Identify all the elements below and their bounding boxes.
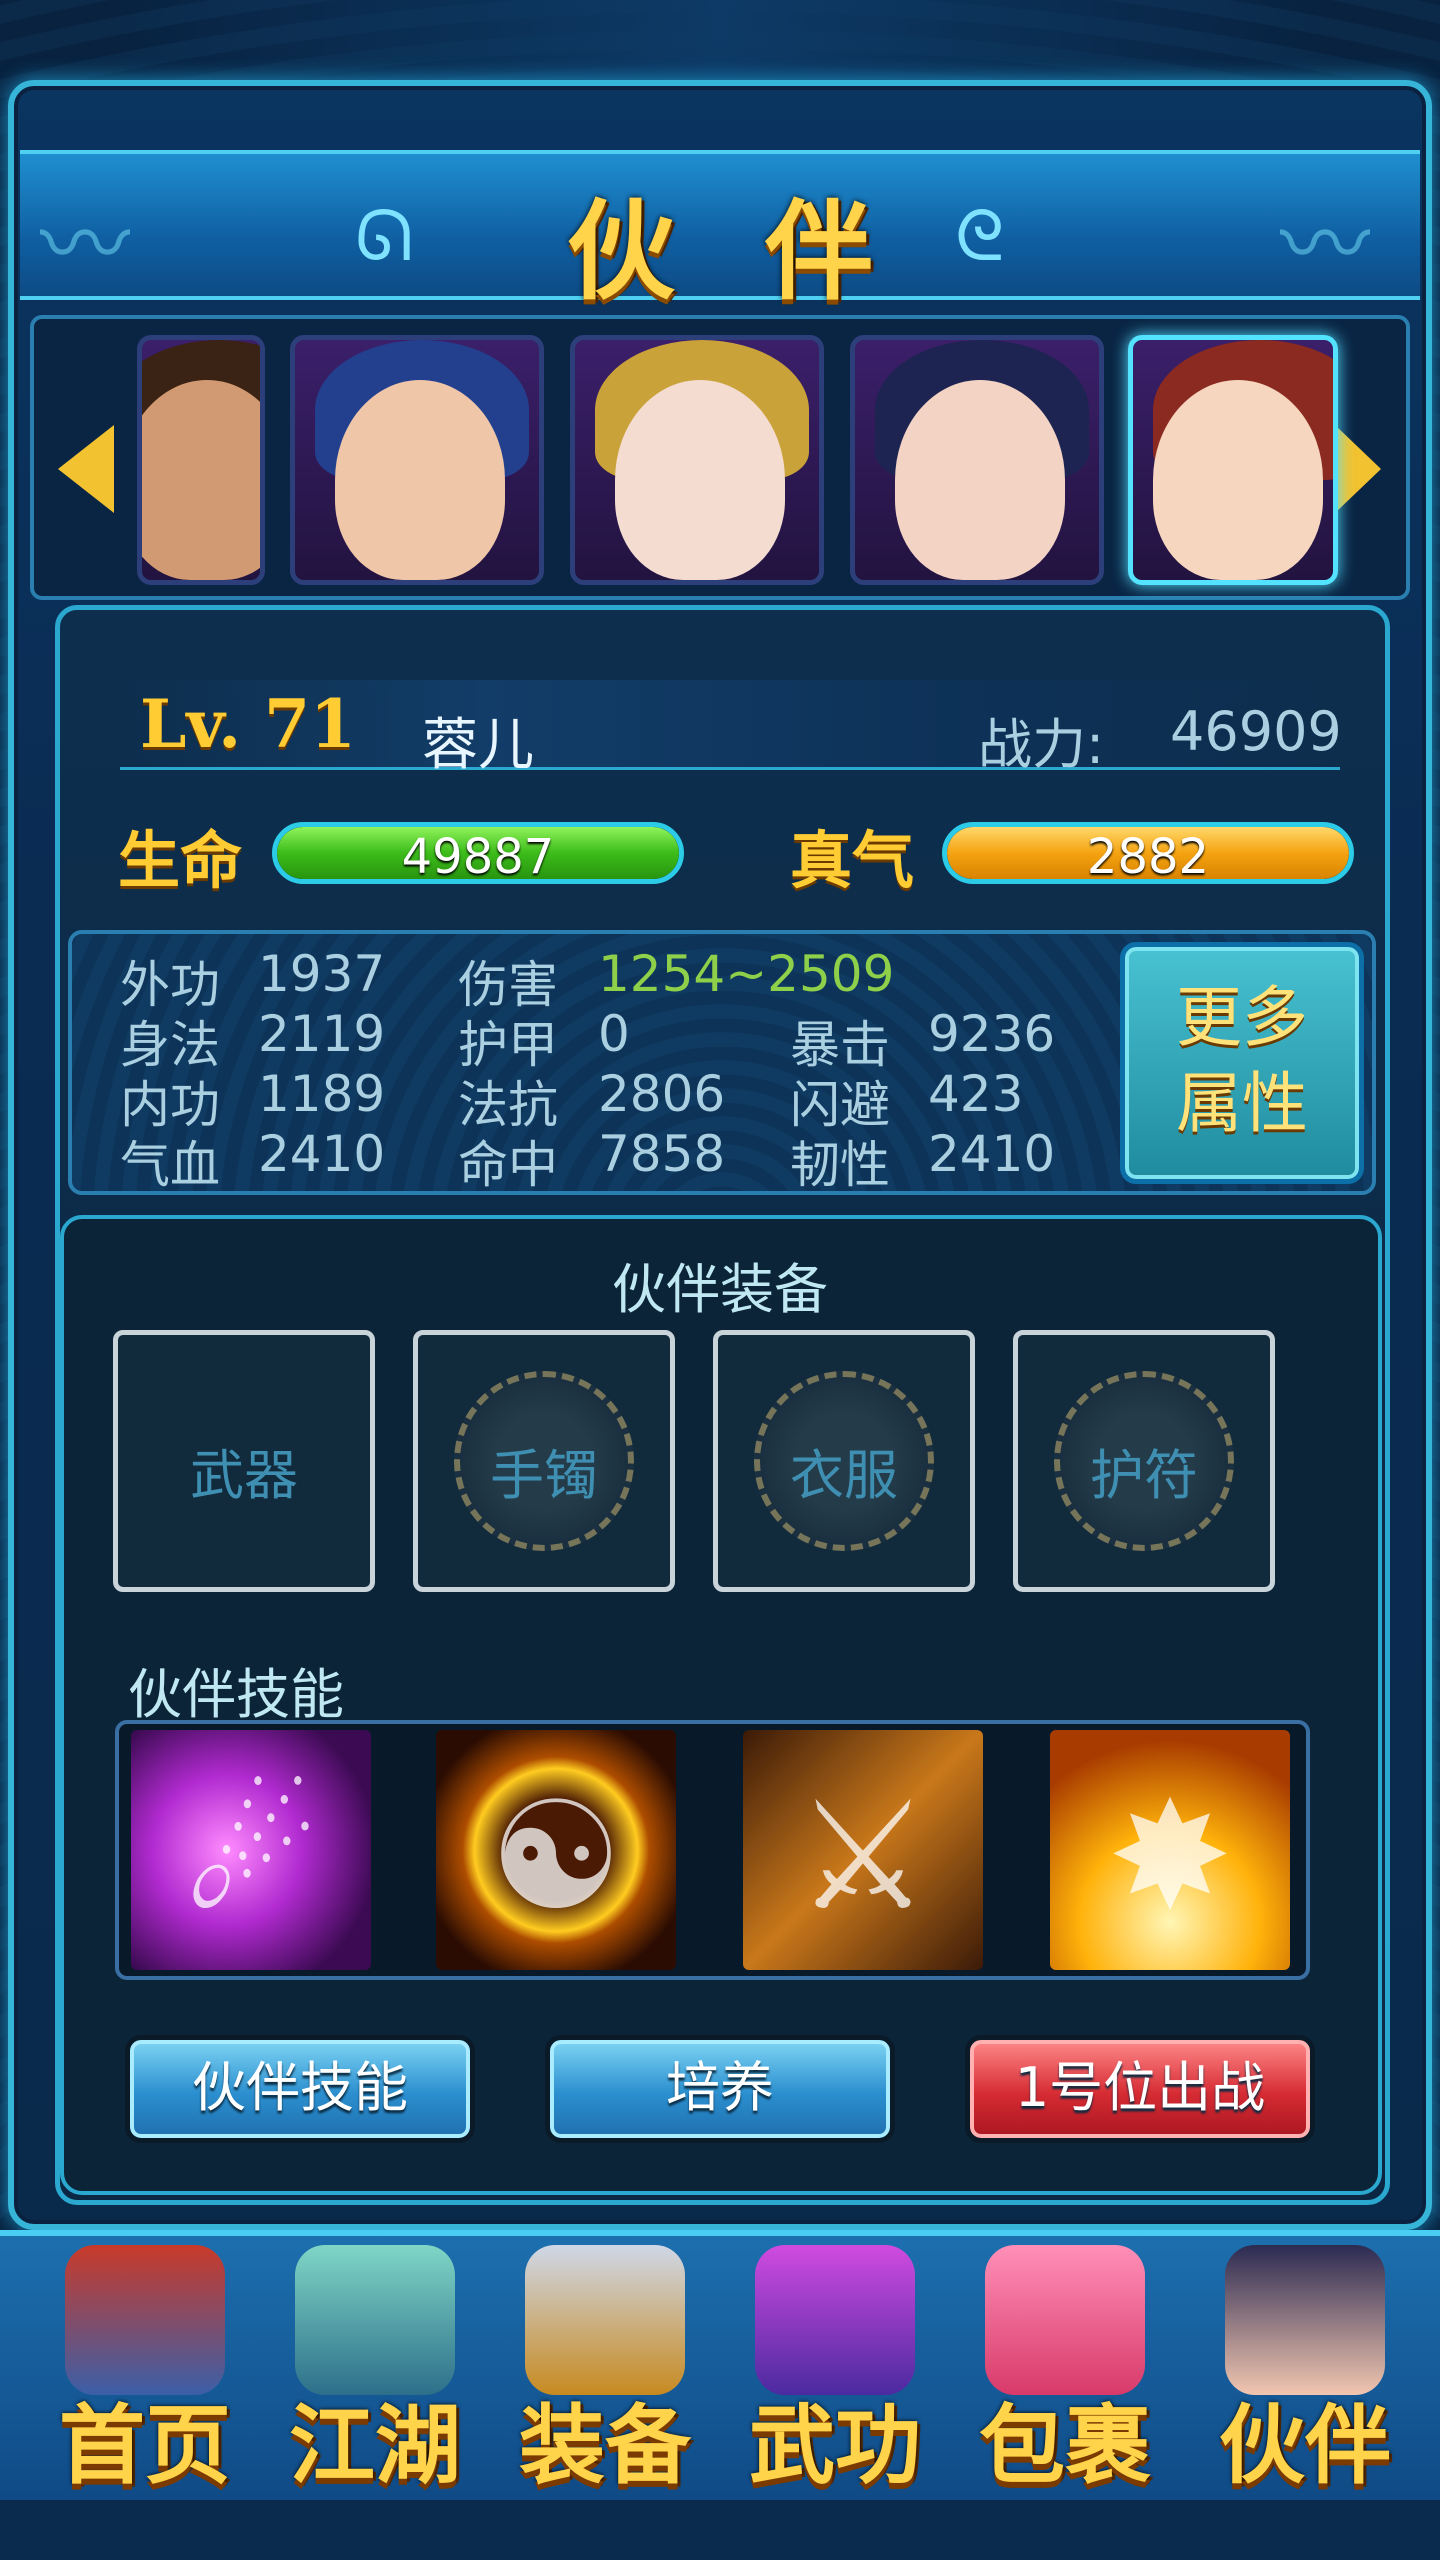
partner-portrait-selected[interactable] <box>1128 335 1338 585</box>
hp-label: 生命 <box>118 824 243 897</box>
more-attributes-button[interactable]: 更多 属性 <box>1120 942 1364 1184</box>
nav-jianghu[interactable]: 江湖 <box>260 2245 490 2496</box>
stat-label: 气血 <box>120 1136 220 1194</box>
stat-value: 1254~2509 <box>598 945 895 1003</box>
equipment-title: 伙伴装备 <box>612 1258 828 1321</box>
nav-label: 江湖 <box>289 2395 461 2496</box>
skill-aura-icon[interactable]: ☯ <box>436 1730 676 1970</box>
mp-bar: 2882 <box>942 822 1354 884</box>
mp-label: 真气 <box>790 824 915 897</box>
nav-bag[interactable]: 包裹 <box>950 2245 1180 2496</box>
scroll-left-arrow-icon[interactable] <box>58 425 114 513</box>
partner-name: 蓉儿 <box>422 713 534 778</box>
partner-portrait-4[interactable] <box>850 335 1104 585</box>
more-button-line1: 更多 <box>1176 979 1308 1056</box>
hp-value: 49887 <box>401 829 555 884</box>
slot-label: 武器 <box>190 1444 298 1507</box>
nav-label: 武功 <box>749 2395 921 2496</box>
nav-label: 包裹 <box>979 2395 1151 2496</box>
nav-label: 首页 <box>59 2395 231 2496</box>
stat-value: 1937 <box>258 945 386 1003</box>
partner-portrait-3[interactable] <box>570 335 824 585</box>
hp-bar: 49887 <box>272 822 684 884</box>
shield-sword-icon <box>525 2245 685 2395</box>
partner-avatar-icon <box>1225 2245 1385 2395</box>
skill-scroll-icon[interactable]: ⚔ <box>743 1730 983 1970</box>
nav-partner[interactable]: 伙伴 <box>1190 2245 1420 2496</box>
train-button[interactable]: 培养 <box>545 2035 895 2143</box>
page-title: 伙伴 <box>566 189 963 315</box>
scroll-right-arrow-icon[interactable] <box>1335 425 1381 513</box>
skills-title: 伙伴技能 <box>128 1663 344 1726</box>
slot-label: 衣服 <box>790 1444 898 1507</box>
stat-value: 9236 <box>928 1005 1056 1063</box>
slot-label: 护符 <box>1090 1444 1198 1507</box>
stat-value: 423 <box>928 1065 1024 1123</box>
partner-portrait-1[interactable] <box>137 335 265 585</box>
mp-value: 2882 <box>1086 829 1210 884</box>
stat-value: 2119 <box>258 1005 386 1063</box>
bottom-border <box>0 2500 1440 2560</box>
skill-wing-icon[interactable]: ☄ <box>131 1730 371 1970</box>
nav-label: 装备 <box>519 2395 691 2496</box>
stat-value: 2410 <box>928 1125 1056 1183</box>
stat-label: 命中 <box>458 1136 558 1194</box>
stat-value: 2410 <box>258 1125 386 1183</box>
mountain-icon <box>295 2245 455 2395</box>
stat-value: 2806 <box>598 1065 726 1123</box>
skill-burst-icon[interactable]: ✸ <box>1050 1730 1290 1970</box>
power-value: 46909 <box>1170 700 1342 763</box>
partner-level: Lv. 71 <box>140 685 356 763</box>
book-icon <box>755 2245 915 2395</box>
stat-value: 1189 <box>258 1065 386 1123</box>
palace-icon <box>65 2245 225 2395</box>
equip-slot-bracelet[interactable]: 手镯 <box>413 1330 675 1592</box>
nav-label: 伙伴 <box>1219 2395 1391 2496</box>
equip-slot-amulet[interactable]: 护符 <box>1013 1330 1275 1592</box>
nav-equipment[interactable]: 装备 <box>490 2245 720 2496</box>
equip-slot-weapon[interactable]: 武器 <box>113 1330 375 1592</box>
stat-value: 7858 <box>598 1125 726 1183</box>
bag-icon <box>985 2245 1145 2395</box>
stat-value: 0 <box>598 1005 630 1063</box>
nav-home[interactable]: 首页 <box>30 2245 260 2496</box>
partner-portrait-2[interactable] <box>290 335 544 585</box>
deploy-button[interactable]: 1号位出战 <box>965 2035 1315 2143</box>
nav-martial-arts[interactable]: 武功 <box>720 2245 950 2496</box>
slot-label: 手镯 <box>490 1444 598 1507</box>
equip-slot-clothes[interactable]: 衣服 <box>713 1330 975 1592</box>
partner-skills-button[interactable]: 伙伴技能 <box>125 2035 475 2143</box>
more-button-line2: 属性 <box>1176 1065 1308 1142</box>
stat-label: 韧性 <box>790 1136 890 1194</box>
power-label: 战力: <box>978 713 1105 776</box>
